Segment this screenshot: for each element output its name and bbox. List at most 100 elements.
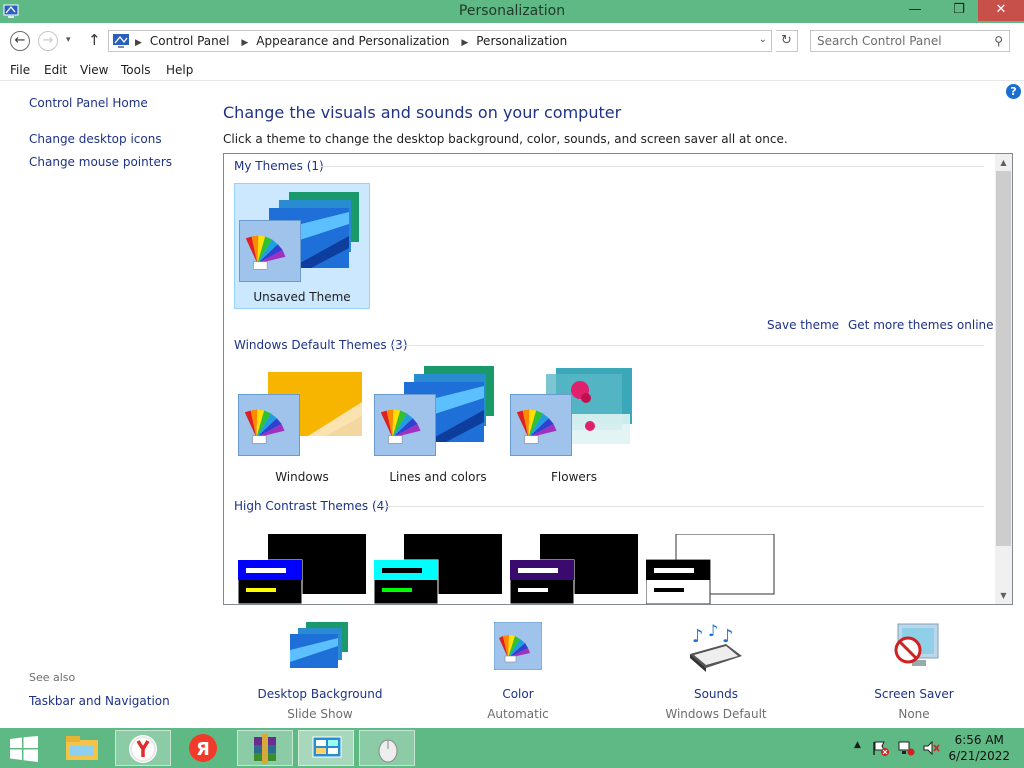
clock-date: 6/21/2022 xyxy=(948,749,1010,763)
menu-bar: File Edit View Tools Help xyxy=(0,59,1024,81)
up-button[interactable]: ↑ xyxy=(88,31,101,49)
themes-list[interactable]: My Themes (1) Unsaved Theme Save theme G… xyxy=(223,153,1013,605)
group-title-my-themes: My Themes (1) xyxy=(234,159,324,173)
screen-saver-value: None xyxy=(898,707,930,721)
screen-saver-label: Screen Saver xyxy=(874,687,954,701)
theme-label-windows: Windows xyxy=(275,470,329,484)
minimize-button[interactable]: — xyxy=(900,0,930,21)
address-row: ← → ▾ ↑ ▶ Control Panel ▶ Appearance and P… xyxy=(0,23,1024,59)
theme-label-lines: Lines and colors xyxy=(389,470,487,484)
color-label: Color xyxy=(502,687,534,701)
taskbar-mouse-properties[interactable] xyxy=(359,730,415,766)
menu-tools[interactable]: Tools xyxy=(121,63,151,77)
menu-file[interactable]: File xyxy=(10,63,30,77)
desktop-background-button[interactable]: Desktop Background Slide Show xyxy=(240,622,400,721)
title-bar: Personalization — ❐ ✕ xyxy=(0,0,1024,23)
back-button[interactable]: ← xyxy=(10,31,30,51)
forward-button[interactable]: → xyxy=(38,31,58,51)
control-panel-icon xyxy=(312,736,342,758)
address-dropdown-icon[interactable]: ⌄ xyxy=(759,34,767,45)
theme-unsaved[interactable]: Unsaved Theme xyxy=(234,183,370,309)
taskbar-clock[interactable]: 6:56 AM 6/21/2022 xyxy=(948,732,1010,764)
group-title-default-themes: Windows Default Themes (3) xyxy=(234,338,408,352)
control-panel-icon xyxy=(113,34,129,48)
breadcrumb: ▶ Control Panel ▶ Appearance and Personali… xyxy=(133,34,573,48)
taskbar-navigation-link[interactable]: Taskbar and Navigation xyxy=(29,694,170,708)
theme-windows[interactable]: Windows xyxy=(234,362,370,488)
volume-muted-icon[interactable] xyxy=(922,740,940,756)
window-title: Personalization xyxy=(458,3,566,19)
refresh-button[interactable]: ↻ xyxy=(776,30,798,52)
search-icon[interactable]: ⚲ xyxy=(994,34,1003,48)
get-more-themes-link[interactable]: Get more themes online xyxy=(848,318,994,332)
scroll-up-icon[interactable]: ▲ xyxy=(995,154,1012,171)
taskbar-file-explorer[interactable] xyxy=(54,730,110,766)
sounds-value: Windows Default xyxy=(665,707,767,721)
clock-time: 6:56 AM xyxy=(954,733,1004,747)
help-icon[interactable]: ? xyxy=(1006,84,1021,99)
svg-text:♪: ♪ xyxy=(692,626,704,647)
color-palette-icon xyxy=(238,394,300,456)
sounds-icon: ♪ ♪ ♪ xyxy=(690,621,742,672)
mouse-icon xyxy=(378,739,398,763)
see-also-heading: See also xyxy=(29,671,76,684)
breadcrumb-personalization[interactable]: Personalization xyxy=(476,34,567,48)
flag-warning-icon[interactable] xyxy=(872,740,890,756)
menu-edit[interactable]: Edit xyxy=(44,63,67,77)
theme-label-unsaved: Unsaved Theme xyxy=(253,290,351,304)
control-panel-home-link[interactable]: Control Panel Home xyxy=(29,96,148,110)
svg-text:Я: Я xyxy=(196,739,210,760)
file-explorer-icon xyxy=(66,736,98,760)
start-button-windows-icon[interactable] xyxy=(10,736,38,762)
desktop-background-icon xyxy=(290,622,348,668)
desktop-background-value: Slide Show xyxy=(287,707,353,721)
menu-view[interactable]: View xyxy=(80,63,108,77)
yandex-browser-icon xyxy=(129,735,157,763)
page-title: Change the visuals and sounds on your co… xyxy=(223,103,622,122)
taskbar-yandex-browser[interactable] xyxy=(115,730,171,766)
color-palette-icon xyxy=(374,394,436,456)
breadcrumb-control-panel[interactable]: Control Panel xyxy=(150,34,230,48)
breadcrumb-separator-icon[interactable]: ▶ xyxy=(135,38,142,48)
scroll-down-icon[interactable]: ▼ xyxy=(995,587,1012,604)
save-theme-link[interactable]: Save theme xyxy=(767,318,839,332)
menu-help[interactable]: Help xyxy=(166,63,193,77)
color-button[interactable]: Color Automatic xyxy=(438,621,598,721)
sounds-button[interactable]: ♪ ♪ ♪ Sounds Windows Default xyxy=(636,621,796,721)
taskbar-yandex[interactable]: Я xyxy=(176,730,232,766)
screen-saver-icon xyxy=(894,623,939,666)
breadcrumb-separator-icon[interactable]: ▶ xyxy=(241,38,248,48)
theme-lines-and-colors[interactable]: Lines and colors xyxy=(370,362,506,488)
high-contrast-theme-3[interactable] xyxy=(510,534,638,604)
color-palette-icon xyxy=(510,394,572,456)
search-placeholder: Search Control Panel xyxy=(817,34,942,48)
change-mouse-pointers-link[interactable]: Change mouse pointers xyxy=(29,155,172,169)
theme-flowers[interactable]: Flowers xyxy=(506,362,642,488)
change-desktop-icons-link[interactable]: Change desktop icons xyxy=(29,132,162,146)
breadcrumb-separator-icon[interactable]: ▶ xyxy=(461,38,468,48)
high-contrast-theme-2[interactable] xyxy=(374,534,502,604)
show-hidden-icons[interactable]: ▲ xyxy=(854,740,861,750)
group-title-high-contrast: High Contrast Themes (4) xyxy=(234,499,389,513)
maximize-button[interactable]: ❐ xyxy=(944,0,974,21)
network-icon[interactable] xyxy=(897,740,915,756)
theme-label-flowers: Flowers xyxy=(551,470,597,484)
group-divider xyxy=(320,166,984,167)
recent-locations-dropdown-icon[interactable]: ▾ xyxy=(66,35,71,45)
scrollbar-thumb[interactable] xyxy=(996,171,1011,546)
high-contrast-theme-1[interactable] xyxy=(238,534,366,604)
sounds-label: Sounds xyxy=(693,687,739,701)
yandex-icon: Я xyxy=(189,734,217,762)
taskbar-winrar[interactable] xyxy=(237,730,293,766)
group-divider xyxy=(392,345,984,346)
high-contrast-theme-white[interactable] xyxy=(646,534,776,604)
taskbar: Я ▲ 6:56 AM 6/21/2022 xyxy=(0,728,1024,768)
search-input[interactable]: Search Control Panel ⚲ xyxy=(810,30,1010,52)
close-button[interactable]: ✕ xyxy=(978,0,1024,21)
color-value: Automatic xyxy=(487,707,549,721)
address-bar[interactable]: ▶ Control Panel ▶ Appearance and Personali… xyxy=(108,30,772,52)
breadcrumb-appearance[interactable]: Appearance and Personalization xyxy=(256,34,449,48)
taskbar-control-panel[interactable] xyxy=(298,730,354,766)
screen-saver-button[interactable]: Screen Saver None xyxy=(834,622,994,721)
group-divider xyxy=(378,506,984,507)
